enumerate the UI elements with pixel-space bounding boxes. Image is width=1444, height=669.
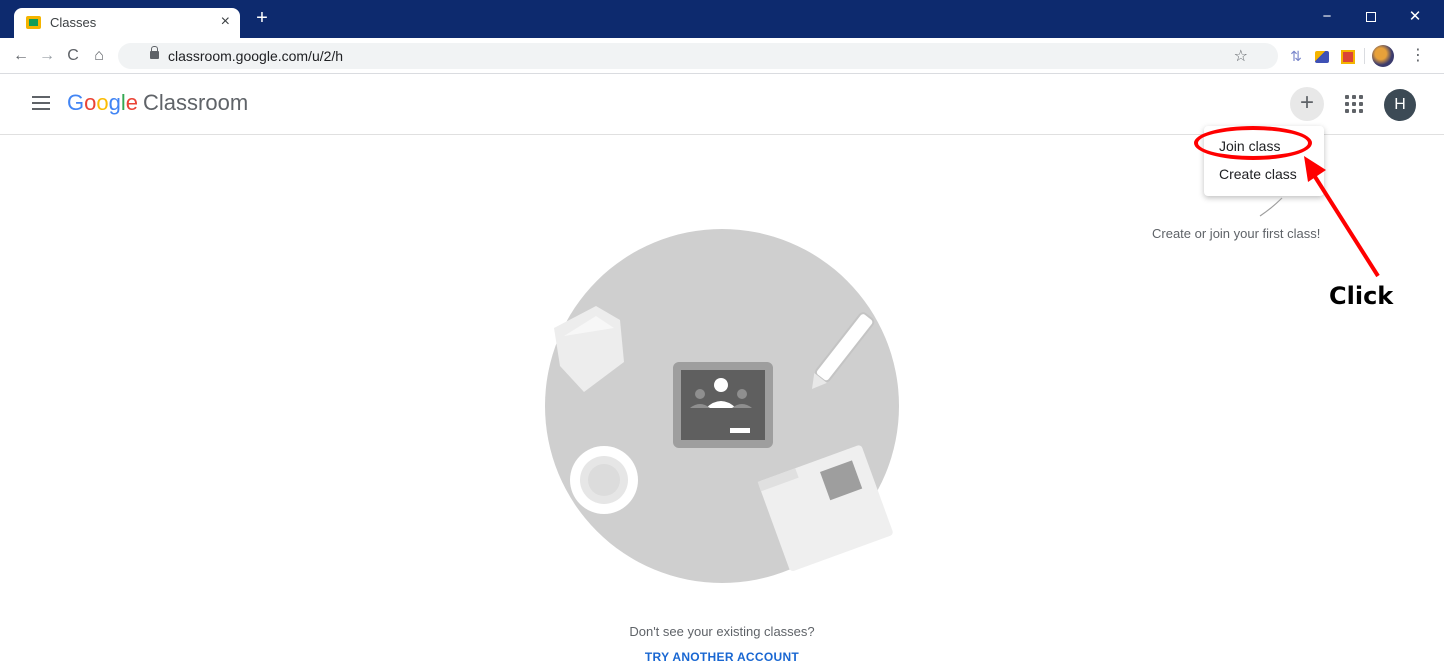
calendar-icon <box>1341 50 1355 65</box>
browser-toolbar: ← → C ⌂ classroom.google.com/u/2/h ☆ ⇅ ⋮ <box>0 38 1444 74</box>
extension-sync-icon[interactable]: ⇅ <box>1286 46 1306 66</box>
hamburger-menu-icon[interactable] <box>32 96 50 110</box>
tab-close-icon[interactable]: × <box>221 12 230 32</box>
lock-icon[interactable] <box>150 46 159 59</box>
annotation-highlight-ring <box>1194 126 1312 160</box>
toolbar-divider <box>1364 48 1365 64</box>
annotation-arrow-icon <box>1304 156 1380 278</box>
product-name: Classroom <box>143 90 249 115</box>
logo-letter: G <box>67 90 85 115</box>
tab-title: Classes <box>50 15 97 30</box>
classroom-favicon-icon <box>26 16 41 29</box>
home-icon[interactable]: ⌂ <box>88 45 110 67</box>
url-text[interactable]: classroom.google.com/u/2/h <box>168 48 343 64</box>
new-tab-button[interactable]: + <box>250 6 274 30</box>
empty-state-illustration <box>545 229 899 583</box>
try-another-account-link[interactable]: TRY ANOTHER ACCOUNT <box>0 650 1444 664</box>
bookmark-star-icon[interactable]: ☆ <box>1234 46 1248 66</box>
logo-letter: e <box>125 90 139 115</box>
logo-letter: o <box>84 90 97 115</box>
footer-question: Don't see your existing classes? <box>629 624 815 639</box>
address-bar[interactable]: classroom.google.com/u/2/h ☆ <box>118 43 1278 69</box>
browser-menu-kebab-icon[interactable]: ⋮ <box>1408 44 1428 68</box>
back-arrow-icon[interactable]: ← <box>10 45 32 67</box>
window-minimize-button[interactable]: − <box>1312 4 1342 30</box>
browser-tab-classes[interactable]: Classes × <box>14 8 240 38</box>
account-avatar[interactable]: H <box>1384 89 1416 121</box>
extension-calendar-icon[interactable] <box>1338 46 1358 66</box>
annotation-label: Click <box>1329 282 1394 310</box>
forward-arrow-icon[interactable]: → <box>36 45 58 67</box>
create-or-join-button[interactable]: + <box>1290 87 1324 121</box>
window-maximize-button[interactable] <box>1356 4 1386 30</box>
hint-arrow-icon <box>1259 197 1283 217</box>
browser-tab-strip: Classes × + − ✕ <box>0 0 1444 38</box>
extension-icon[interactable] <box>1312 46 1332 66</box>
extension-badge-icon <box>1315 51 1329 64</box>
google-classroom-logo[interactable]: Google Classroom <box>67 90 248 116</box>
logo-letter: g <box>108 90 121 115</box>
window-close-button[interactable]: ✕ <box>1400 4 1430 30</box>
browser-profile-avatar[interactable] <box>1372 45 1394 67</box>
google-apps-icon[interactable] <box>1345 95 1363 113</box>
logo-letter: o <box>96 90 109 115</box>
reload-icon[interactable]: C <box>62 45 84 67</box>
maximize-icon <box>1366 12 1376 23</box>
